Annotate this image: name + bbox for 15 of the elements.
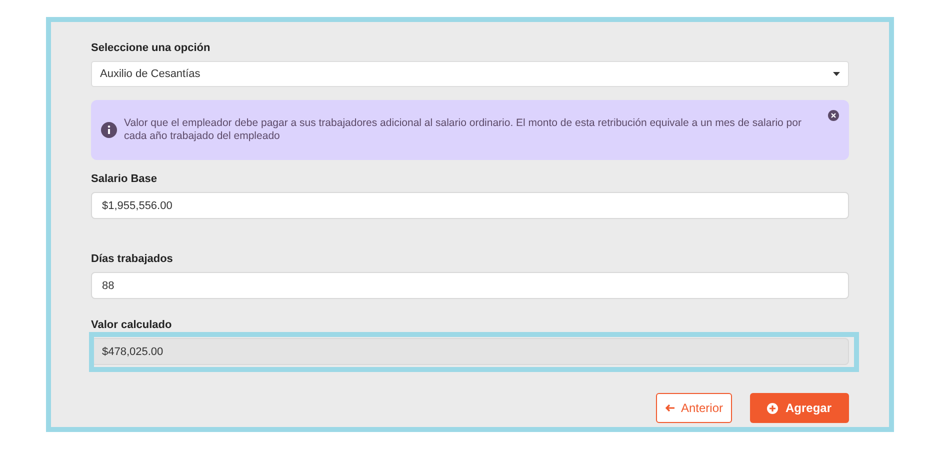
field-label: Salario Base — [91, 172, 158, 186]
field-label: Valor calculado — [91, 318, 173, 332]
input-field[interactable]: $478,025.00 — [91, 338, 849, 365]
close-button[interactable] — [828, 110, 839, 121]
arrow-left-icon — [664, 404, 675, 412]
option-select[interactable]: Auxilio de Cesantías — [91, 61, 849, 87]
close-icon — [831, 113, 836, 118]
alert-text: Valor que el empleador debe pagar a sus trabajadores adicional al salario ordinario. El monto de esta retribución equivale a un mes de salario por cada año trabajado del empleado — [124, 117, 802, 143]
input-field[interactable]: 88 — [91, 272, 849, 299]
info-icon — [101, 122, 117, 138]
field-label: Días trabajados — [91, 252, 174, 266]
select-label: Seleccione una opción — [91, 41, 212, 55]
caret-icon — [833, 72, 840, 76]
input-field[interactable]: $1,955,556.00 — [91, 192, 849, 219]
plus-circle-icon — [767, 402, 778, 414]
